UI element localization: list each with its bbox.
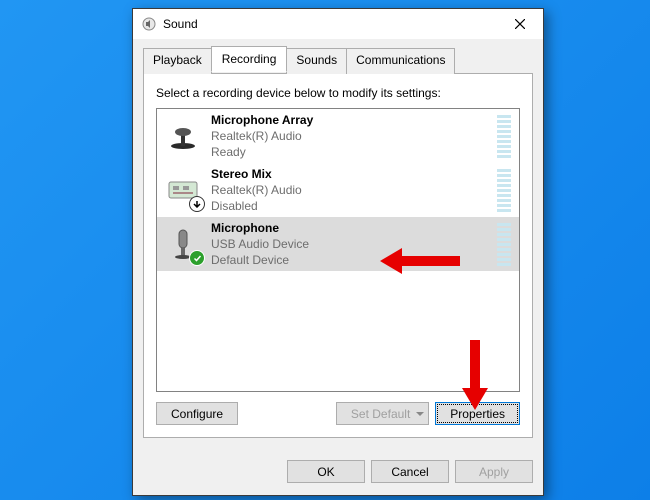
default-check-icon [189,250,205,266]
instruction-text: Select a recording device below to modif… [156,86,520,100]
microphone-array-icon [165,118,201,154]
dialog-footer: OK Cancel Apply [133,448,543,495]
device-text: Stereo Mix Realtek(R) Audio Disabled [211,166,487,215]
device-row[interactable]: Stereo Mix Realtek(R) Audio Disabled [157,163,519,217]
disabled-badge-icon [189,196,205,212]
tab-panel: Select a recording device below to modif… [143,73,533,438]
stereo-mix-icon [165,172,201,208]
device-driver: USB Audio Device [211,236,487,252]
device-row[interactable]: Microphone USB Audio Device Default Devi… [157,217,519,271]
content-area: Playback Recording Sounds Communications… [133,39,543,448]
device-text: Microphone Array Realtek(R) Audio Ready [211,112,487,161]
window-title: Sound [163,17,497,31]
properties-button[interactable]: Properties [435,402,520,425]
device-name: Microphone [211,220,487,236]
tab-sounds[interactable]: Sounds [286,48,347,74]
device-name: Stereo Mix [211,166,487,182]
device-driver: Realtek(R) Audio [211,128,487,144]
device-status: Ready [211,144,487,160]
device-status: Disabled [211,198,487,214]
level-meter [497,168,511,212]
level-meter [497,114,511,158]
sound-dialog: Sound Playback Recording Sounds Communic… [132,8,544,496]
device-row[interactable]: Microphone Array Realtek(R) Audio Ready [157,109,519,163]
titlebar: Sound [133,9,543,39]
device-status: Default Device [211,252,487,268]
sound-icon [141,16,157,32]
apply-button[interactable]: Apply [455,460,533,483]
tab-recording[interactable]: Recording [211,46,288,72]
tab-playback[interactable]: Playback [143,48,212,74]
ok-button[interactable]: OK [287,460,365,483]
device-listbox[interactable]: Microphone Array Realtek(R) Audio Ready … [156,108,520,392]
set-default-button[interactable]: Set Default [336,402,429,425]
device-name: Microphone Array [211,112,487,128]
close-button[interactable] [497,9,543,39]
configure-button[interactable]: Configure [156,402,238,425]
level-meter [497,222,511,266]
tabstrip: Playback Recording Sounds Communications [143,48,533,74]
tab-communications[interactable]: Communications [346,48,455,74]
chevron-down-icon [416,412,424,416]
device-driver: Realtek(R) Audio [211,182,487,198]
device-text: Microphone USB Audio Device Default Devi… [211,220,487,269]
cancel-button[interactable]: Cancel [371,460,449,483]
panel-button-row: Configure Set Default Properties [156,402,520,425]
microphone-icon [165,226,201,262]
set-default-label: Set Default [351,407,410,421]
